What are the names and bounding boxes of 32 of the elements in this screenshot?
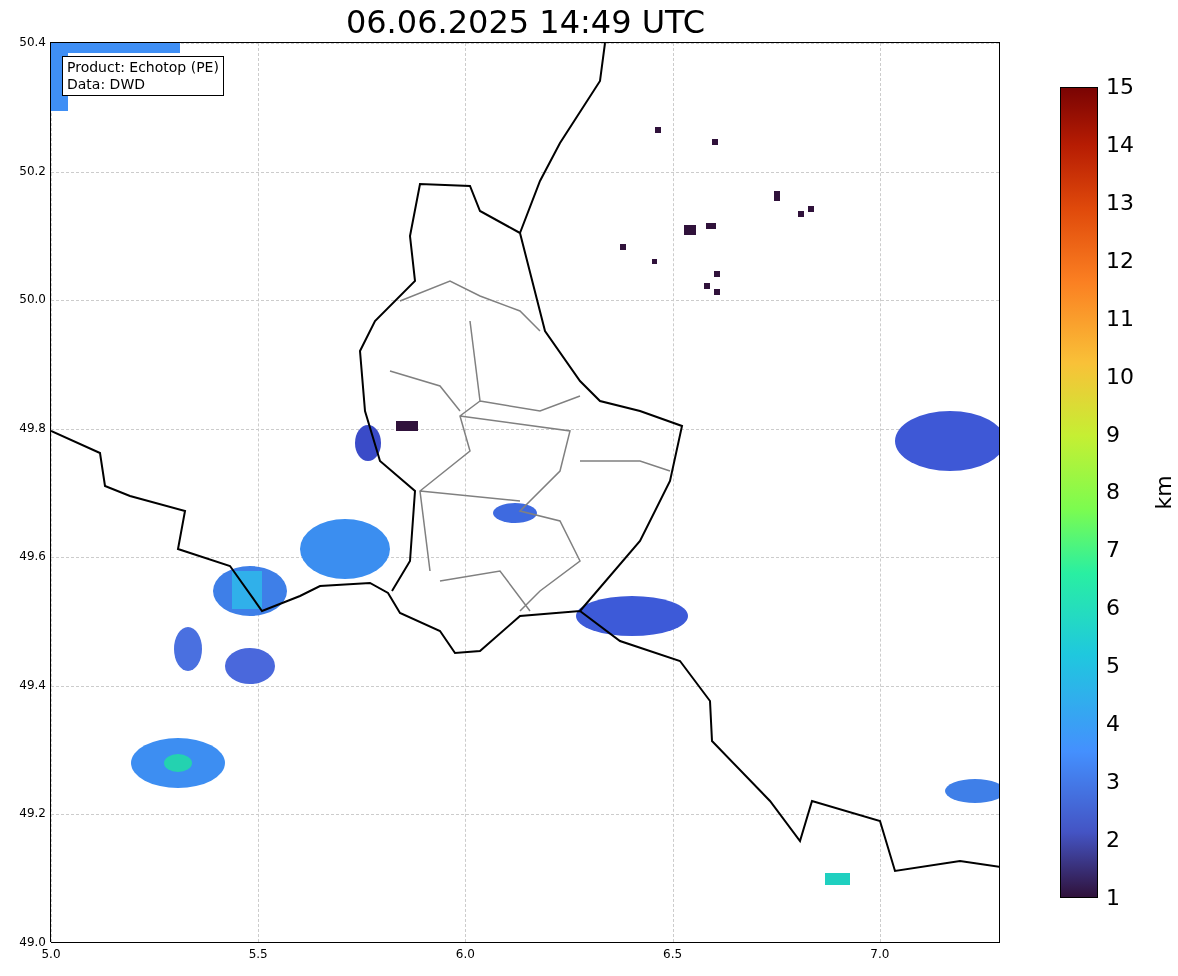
tick-label: 13 [1106, 190, 1134, 215]
tick-label: 12 [1106, 248, 1134, 273]
tick-label: 50.0 [19, 292, 46, 307]
tick-label: 49.6 [19, 549, 46, 564]
tick-label: 1 [1106, 885, 1121, 910]
tick-label: 5.5 [248, 947, 268, 961]
tick-label: 6.0 [455, 947, 475, 961]
legend-text: Product: Echotop (PE) [67, 59, 219, 76]
tick-label: 9 [1106, 422, 1121, 447]
tick-label: 49.4 [19, 677, 46, 692]
tick-label: 5 [1106, 654, 1121, 679]
tick-label: 14 [1106, 132, 1134, 157]
legend-text: Data: DWD [67, 76, 146, 93]
tick-label: 15 [1106, 75, 1134, 99]
tick-label: 4 [1106, 712, 1121, 737]
tick-label: 7 [1106, 538, 1121, 563]
tick-label: 6.5 [663, 947, 683, 961]
tick-label: 49.0 [19, 935, 46, 949]
tick-label: 49.2 [19, 806, 46, 821]
tick-label: 3 [1106, 770, 1121, 795]
tick-label: 11 [1106, 306, 1134, 331]
tick-label: 6 [1106, 596, 1121, 621]
tick-label: 5.0 [41, 947, 61, 961]
tick-label: 2 [1106, 828, 1121, 852]
tick-label: 50.4 [19, 35, 46, 49]
tick-label: 50.2 [19, 163, 46, 178]
axis-label: km [1150, 475, 1176, 510]
chart-title: 06.06.2025 14:49 UTC [345, 2, 706, 43]
tick-label: 49.8 [19, 420, 46, 435]
tick-label: 10 [1106, 364, 1134, 389]
tick-label: 8 [1106, 480, 1121, 505]
tick-label: 7.0 [870, 947, 890, 961]
